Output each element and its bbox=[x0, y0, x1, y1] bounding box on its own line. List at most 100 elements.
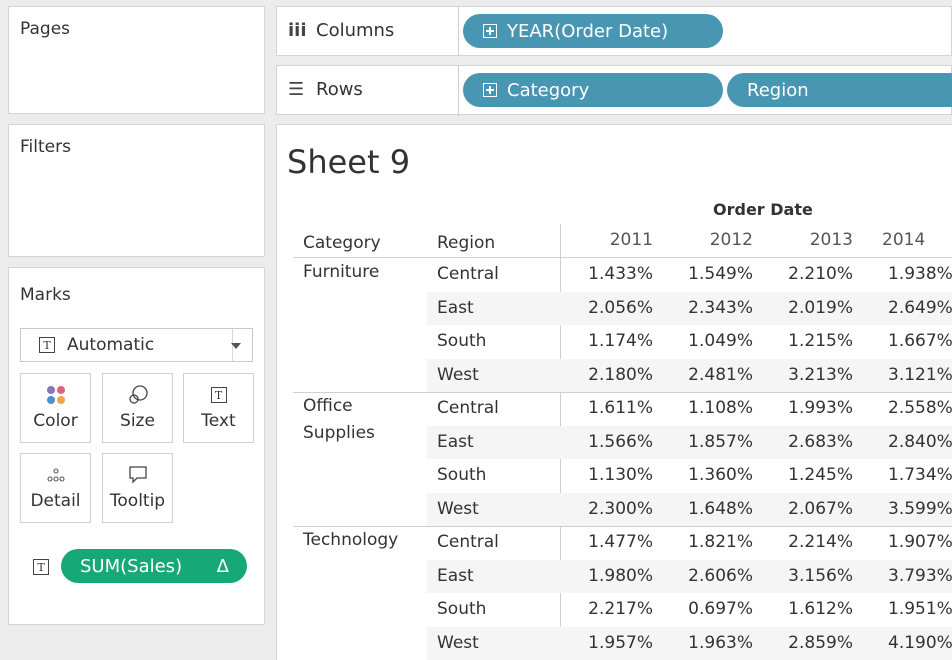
value-cell[interactable]: 2.840% bbox=[888, 426, 952, 459]
value-cell[interactable]: 1.963% bbox=[661, 627, 753, 660]
value-cell[interactable]: 2.217% bbox=[561, 593, 653, 626]
value-cell[interactable]: 2.649% bbox=[888, 292, 952, 325]
sum-sales-pill[interactable]: SUM(Sales) Δ bbox=[61, 549, 247, 583]
columns-icon: iii bbox=[288, 20, 307, 41]
value-cell[interactable]: 1.957% bbox=[561, 627, 653, 660]
value-cell[interactable]: 1.938% bbox=[888, 258, 952, 291]
chevron-down-icon[interactable] bbox=[231, 343, 241, 349]
row-header-category[interactable]: Category bbox=[303, 233, 381, 253]
columns-shelf[interactable]: iii Columns YEAR(Order Date) bbox=[276, 6, 952, 57]
value-cell[interactable]: 1.907% bbox=[888, 526, 952, 559]
value-cell[interactable]: 2.343% bbox=[661, 292, 753, 325]
value-cell[interactable]: 1.993% bbox=[761, 392, 853, 425]
filters-card[interactable]: Filters bbox=[8, 124, 265, 257]
value-cell[interactable]: 2.859% bbox=[761, 627, 853, 660]
value-cell[interactable]: 1.215% bbox=[761, 325, 853, 358]
value-cell[interactable]: 3.156% bbox=[761, 560, 853, 593]
table-calc-delta-icon: Δ bbox=[216, 555, 229, 577]
rows-shelf-label: ☰ Rows bbox=[288, 79, 363, 100]
value-cell[interactable]: 3.793% bbox=[888, 560, 952, 593]
region-cell[interactable]: Central bbox=[437, 258, 499, 291]
value-cell[interactable]: 2.180% bbox=[561, 359, 653, 392]
pages-card[interactable]: Pages bbox=[8, 6, 265, 114]
rows-icon: ☰ bbox=[288, 79, 305, 100]
rows-shelf[interactable]: ☰ Rows Category Region bbox=[276, 65, 952, 116]
category-pill[interactable]: Category bbox=[463, 73, 723, 107]
value-cell[interactable]: 1.477% bbox=[561, 526, 653, 559]
value-cell[interactable]: 1.433% bbox=[561, 258, 653, 291]
region-cell[interactable]: West bbox=[437, 359, 479, 392]
year-order-date-pill[interactable]: YEAR(Order Date) bbox=[463, 14, 723, 48]
year-header[interactable]: 2011 bbox=[561, 224, 653, 257]
region-cell[interactable]: East bbox=[437, 426, 474, 459]
region-pill[interactable]: Region bbox=[727, 73, 952, 107]
value-cell[interactable]: 1.857% bbox=[661, 426, 753, 459]
value-cell[interactable]: 1.667% bbox=[888, 325, 952, 358]
marks-color-button[interactable]: Color bbox=[20, 373, 91, 443]
mark-type-dropdown[interactable]: T Automatic bbox=[20, 328, 253, 362]
marks-card: Marks T Automatic Color Size T Text Deta… bbox=[8, 267, 265, 625]
expand-plus-icon[interactable] bbox=[483, 83, 497, 97]
value-cell[interactable]: 1.566% bbox=[561, 426, 653, 459]
text-icon: T bbox=[210, 374, 227, 410]
year-header[interactable]: 2014 bbox=[882, 224, 925, 257]
marks-size-label: Size bbox=[120, 411, 155, 431]
marks-detail-label: Detail bbox=[30, 491, 81, 511]
region-cell[interactable]: East bbox=[437, 292, 474, 325]
value-cell[interactable]: 1.049% bbox=[661, 325, 753, 358]
value-cell[interactable]: 4.190% bbox=[888, 627, 952, 660]
year-header[interactable]: 2012 bbox=[661, 224, 753, 257]
region-cell[interactable]: South bbox=[437, 325, 486, 358]
value-cell[interactable]: 1.245% bbox=[761, 459, 853, 492]
category-cell[interactable]: Technology bbox=[303, 524, 398, 557]
value-cell[interactable]: 1.130% bbox=[561, 459, 653, 492]
value-cell[interactable]: 1.648% bbox=[661, 493, 753, 526]
value-cell[interactable]: 3.599% bbox=[888, 493, 952, 526]
value-cell[interactable]: 2.214% bbox=[761, 526, 853, 559]
expand-plus-icon[interactable] bbox=[483, 24, 497, 38]
marks-detail-button[interactable]: Detail bbox=[20, 453, 91, 523]
value-cell[interactable]: 2.210% bbox=[761, 258, 853, 291]
value-cell[interactable]: 1.174% bbox=[561, 325, 653, 358]
value-cell[interactable]: 1.612% bbox=[761, 593, 853, 626]
year-header[interactable]: 2013 bbox=[761, 224, 853, 257]
value-cell[interactable]: 1.734% bbox=[888, 459, 952, 492]
region-cell[interactable]: Central bbox=[437, 392, 499, 425]
marks-tooltip-button[interactable]: Tooltip bbox=[102, 453, 173, 523]
value-cell[interactable]: 2.300% bbox=[561, 493, 653, 526]
marks-title: Marks bbox=[20, 285, 71, 305]
region-cell[interactable]: South bbox=[437, 459, 486, 492]
region-cell[interactable]: South bbox=[437, 593, 486, 626]
region-cell[interactable]: Central bbox=[437, 526, 499, 559]
value-cell[interactable]: 1.549% bbox=[661, 258, 753, 291]
value-cell[interactable]: 2.683% bbox=[761, 426, 853, 459]
region-cell[interactable]: West bbox=[437, 493, 479, 526]
filters-title: Filters bbox=[20, 137, 71, 157]
value-cell[interactable]: 2.019% bbox=[761, 292, 853, 325]
region-cell[interactable]: East bbox=[437, 560, 474, 593]
value-cell[interactable]: 2.481% bbox=[661, 359, 753, 392]
value-cell[interactable]: 1.951% bbox=[888, 593, 952, 626]
value-cell[interactable]: 1.360% bbox=[661, 459, 753, 492]
value-cell[interactable]: 1.980% bbox=[561, 560, 653, 593]
color-dots-icon bbox=[44, 374, 68, 410]
sheet-title: Sheet 9 bbox=[287, 143, 411, 181]
value-cell[interactable]: 2.067% bbox=[761, 493, 853, 526]
value-cell[interactable]: 1.611% bbox=[561, 392, 653, 425]
row-header-region[interactable]: Region bbox=[437, 233, 495, 253]
value-cell[interactable]: 0.697% bbox=[661, 593, 753, 626]
value-cell[interactable]: 3.121% bbox=[888, 359, 952, 392]
value-cell[interactable]: 3.213% bbox=[761, 359, 853, 392]
value-cell[interactable]: 1.821% bbox=[661, 526, 753, 559]
value-cell[interactable]: 2.056% bbox=[561, 292, 653, 325]
category-cell[interactable]: Supplies bbox=[303, 417, 375, 450]
value-cell[interactable]: 2.606% bbox=[661, 560, 753, 593]
value-cell[interactable]: 2.558% bbox=[888, 392, 952, 425]
marks-text-label: Text bbox=[201, 411, 236, 431]
value-cell[interactable]: 1.108% bbox=[661, 392, 753, 425]
detail-icon bbox=[44, 454, 68, 490]
region-cell[interactable]: West bbox=[437, 627, 479, 660]
category-cell[interactable]: Furniture bbox=[303, 256, 379, 289]
marks-text-button[interactable]: T Text bbox=[183, 373, 254, 443]
marks-size-button[interactable]: Size bbox=[102, 373, 173, 443]
